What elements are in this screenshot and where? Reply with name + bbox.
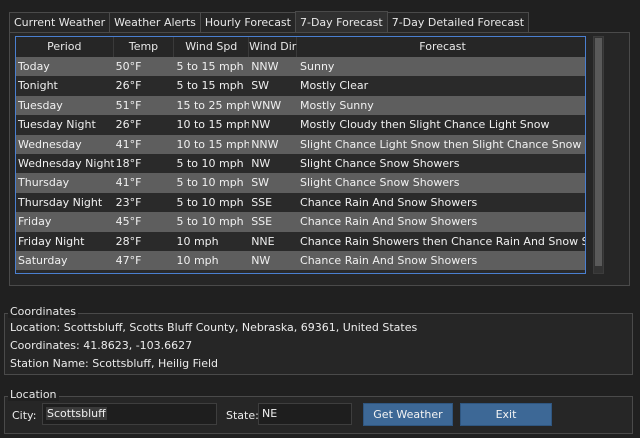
state-input[interactable]: NE (258, 403, 352, 425)
cell-wind-speed: 5 to 10 mph (176, 156, 244, 170)
table-row[interactable]: Tonight 26°F 5 to 15 mph SW Mostly Clear (16, 76, 585, 96)
cell-wind-direction: SW (251, 176, 270, 190)
cell-period: Wednesday (18, 137, 82, 151)
tab-weather-alerts[interactable]: Weather Alerts (109, 12, 201, 33)
cell-wind-speed: 5 to 10 mph (176, 195, 244, 209)
cell-forecast: Mostly Cloudy then Slight Chance Light S… (300, 118, 550, 132)
get-weather-button[interactable]: Get Weather (363, 403, 453, 426)
cell-forecast: Chance Rain And Snow Showers (300, 215, 478, 229)
cell-temp: 28°F (115, 234, 142, 248)
station-name-text: Station Name: Scottsbluff, Heilig Field (10, 357, 219, 370)
cell-forecast: Slight Chance Snow Showers (300, 176, 460, 190)
tab-hourly-forecast[interactable]: Hourly Forecast (199, 12, 296, 33)
cell-forecast: Sunny (300, 60, 335, 73)
city-input-value: Scottsbluff (46, 407, 107, 420)
cell-wind-speed: 10 to 15 mph (176, 118, 250, 132)
column-header-forecast[interactable]: Forecast (297, 37, 585, 57)
tab-bar: Current Weather Weather Alerts Hourly Fo… (9, 11, 530, 33)
cell-temp: 47°F (115, 253, 142, 267)
cell-period: Tuesday Night (18, 118, 96, 132)
cell-period: Friday (18, 215, 52, 229)
cell-temp: 41°F (115, 176, 142, 190)
location-group-title: Location (8, 388, 59, 401)
table-row[interactable]: Tuesday 51°F 15 to 25 mph WNW Mostly Sunny (16, 95, 585, 116)
cell-temp: 26°F (115, 118, 142, 132)
cell-wind-speed: 5 to 15 mph (176, 79, 244, 93)
cell-wind-speed: 15 to 25 mph (176, 98, 250, 112)
table-row[interactable]: Thursday Night 23°F 5 to 10 mph SSE Chance R… (16, 192, 585, 213)
table-row[interactable]: Tuesday Night 26°F 10 to 15 mph NW Mostly Cl… (16, 115, 585, 135)
cell-wind-direction: SSE (251, 215, 273, 229)
cell-forecast: Mostly Clear (300, 79, 369, 93)
cell-temp: 50°F (115, 60, 142, 73)
cell-wind-direction: NNW (251, 137, 279, 151)
state-label: State: (226, 409, 259, 422)
grid-vertical-scrollbar[interactable] (593, 36, 604, 274)
column-header-period[interactable]: Period (16, 37, 114, 57)
cell-period: Tuesday (18, 98, 63, 112)
cell-temp: 26°F (115, 79, 142, 93)
cell-period: Friday Night (18, 234, 85, 248)
forecast-grid[interactable]: Period Temp Wind Spd Wind Dir Forecast T… (15, 36, 586, 274)
cell-wind-direction: SW (251, 79, 270, 93)
cell-forecast: Slight Chance Snow Showers (300, 156, 460, 170)
city-input[interactable]: Scottsbluff (42, 403, 217, 425)
table-row[interactable]: Wednesday 41°F 10 to 15 mph NNW Slight Chanc… (16, 134, 585, 154)
cell-wind-direction: NW (251, 118, 271, 132)
cell-temp: 18°F (115, 156, 142, 170)
table-row[interactable]: Friday 45°F 5 to 10 mph SSE Chance Rain And … (16, 212, 585, 232)
cell-temp: 41°F (115, 137, 142, 151)
cell-period: Thursday (18, 176, 70, 190)
city-label: City: (12, 409, 37, 422)
cell-forecast: Chance Rain And Snow Showers (300, 253, 478, 267)
column-header-wind-speed[interactable]: Wind Spd (174, 37, 250, 57)
cell-period: Today (18, 60, 50, 73)
table-row[interactable]: Saturday 47°F 10 mph NW Chance Rain And Snow… (16, 250, 585, 271)
cell-wind-speed: 10 mph (176, 253, 219, 267)
cell-forecast: Mostly Sunny (300, 98, 374, 112)
cell-forecast: Slight Chance Light Snow then Slight Cha… (300, 137, 585, 151)
forecast-tab-panel: Period Temp Wind Spd Wind Dir Forecast T… (9, 32, 630, 286)
cell-wind-direction: NW (251, 253, 271, 267)
scrollbar-thumb[interactable] (595, 38, 602, 266)
cell-forecast: Chance Rain And Snow Showers (300, 195, 478, 209)
cell-wind-speed: 5 to 10 mph (176, 215, 244, 229)
cell-temp: 45°F (115, 215, 142, 229)
exit-button[interactable]: Exit (460, 403, 552, 426)
cell-temp: 51°F (115, 98, 142, 112)
coordinates-group-title: Coordinates (8, 305, 79, 318)
table-row[interactable]: Friday Night 28°F 10 mph NNE Chance Rain Sho… (16, 231, 585, 251)
grid-body: Today 50°F 5 to 15 mph NNW Sunny Tonight 26°F 5… (16, 57, 585, 271)
column-header-temp[interactable]: Temp (114, 37, 175, 57)
table-row[interactable]: Wednesday Night 18°F 5 to 10 mph NW Slight C… (16, 153, 585, 174)
cell-wind-speed: 5 to 10 mph (176, 176, 244, 190)
cell-forecast: Chance Rain Showers then Chance Rain And… (300, 234, 585, 248)
cell-period: Wednesday Night (18, 156, 114, 170)
cell-wind-direction: NW (251, 156, 271, 170)
cell-wind-direction: NNW (251, 60, 279, 73)
coordinates-text: Coordinates: 41.8623, -103.6627 (10, 339, 193, 352)
cell-wind-speed: 10 to 15 mph (176, 137, 250, 151)
table-row[interactable]: Today 50°F 5 to 15 mph NNW Sunny (16, 57, 585, 77)
cell-wind-speed: 5 to 15 mph (176, 60, 244, 73)
cell-period: Saturday (18, 253, 68, 267)
cell-wind-direction: WNW (251, 98, 282, 112)
tab-7-day-detailed-forecast[interactable]: 7-Day Detailed Forecast (386, 12, 530, 33)
table-row[interactable]: Thursday 41°F 5 to 10 mph SW Slight Chance S… (16, 173, 585, 193)
cell-period: Thursday Night (18, 195, 103, 209)
cell-temp: 23°F (115, 195, 142, 209)
cell-period: Tonight (18, 79, 58, 93)
grid-header: Period Temp Wind Spd Wind Dir Forecast (16, 37, 585, 57)
cell-wind-speed: 10 mph (176, 234, 219, 248)
location-text: Location: Scottsbluff, Scotts Bluff Coun… (10, 321, 418, 334)
cell-wind-direction: SSE (251, 195, 273, 209)
column-header-wind-direction[interactable]: Wind Dir (249, 37, 298, 57)
tab-7-day-forecast[interactable]: 7-Day Forecast (294, 11, 388, 33)
cell-wind-direction: NNE (251, 234, 275, 248)
tab-current-weather[interactable]: Current Weather (9, 12, 111, 33)
